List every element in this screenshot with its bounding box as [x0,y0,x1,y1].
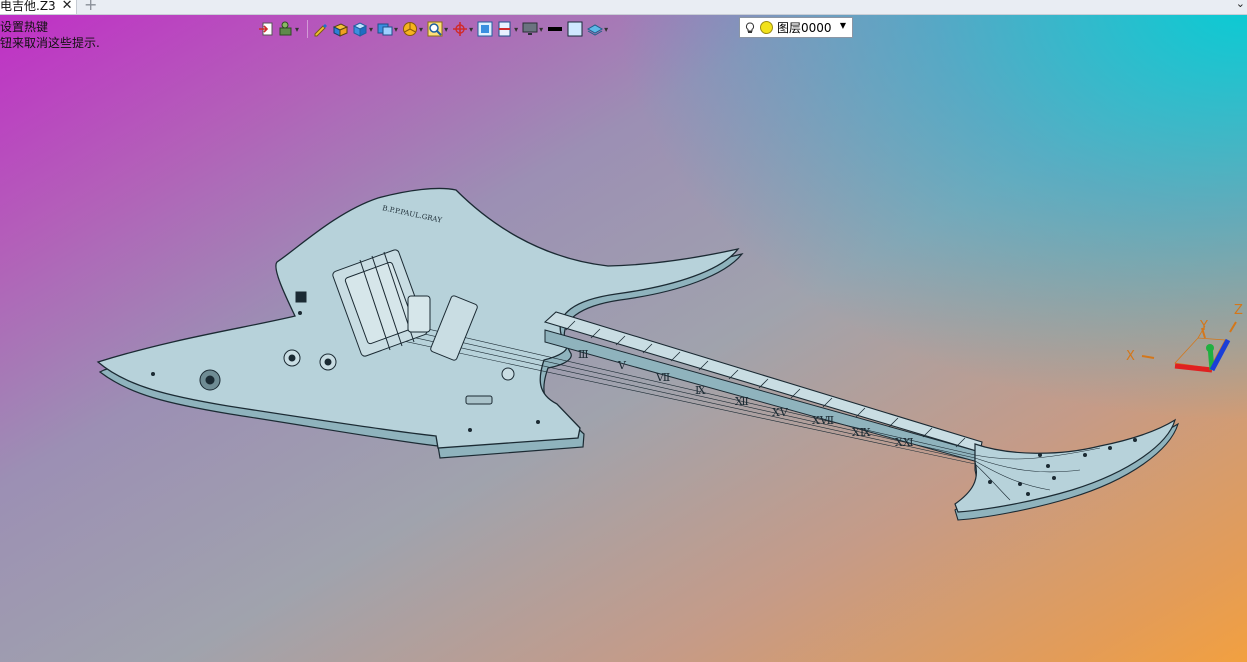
pen-tool-icon [314,24,328,37]
z-axis-arrow [1209,338,1231,372]
layer-select-value: 图层0000 [777,21,832,35]
box-solid-icon [332,23,349,37]
z-axis-handle [1229,321,1237,333]
chevron-down-icon: ▾ [419,24,424,34]
chevron-down-icon: ▼ [839,21,846,30]
pen-tool-button[interactable] [312,18,328,40]
hint-line-2: 钮来取消这些提示. [0,36,100,50]
chevron-down-icon: ▾ [295,24,300,34]
toolbar-divider [307,20,309,38]
render-mode-icon [377,23,393,36]
document-tab-bar: 电吉他.Z3 ✕ + ⌄ [0,0,1247,15]
guitar-fretboard [543,311,983,453]
triad-origin-ball [1206,344,1214,352]
document-tab[interactable]: 电吉他.Z3 ✕ [0,0,77,14]
color-swatch-icon [567,21,583,37]
rotate-button[interactable]: ▾ [452,18,473,40]
chevron-down-icon: ▾ [444,24,449,34]
lightbulb-icon [745,21,755,33]
chevron-down-icon: ▾ [514,24,519,34]
display-monitor-icon [522,22,538,35]
fret-marker: ⅩⅦ [812,414,834,427]
move-tool-button[interactable]: ▾ [278,18,299,40]
x-axis-arrow [1174,363,1213,373]
chevron-down-icon: ▾ [394,24,399,34]
y-axis-label: Y [1199,319,1208,334]
line-style-icon [548,27,563,31]
chevron-down-icon: ▾ [369,24,374,34]
exit-sketch-icon [259,22,273,36]
view-cube-icon [352,22,368,37]
x-axis-handle [1141,355,1155,359]
fit-view-button[interactable] [477,18,493,40]
exit-sketch-button[interactable] [258,18,274,40]
color-swatch-button[interactable] [567,18,583,40]
chevron-down-icon: ▾ [604,24,609,34]
zoom-icon [427,21,443,37]
document-tab-title: 电吉他.Z3 [0,0,56,13]
chevron-down-icon: ▾ [469,24,474,34]
fret-marker: Ⅴ [617,359,627,372]
layer-stack-icon [587,24,604,36]
move-tool-icon [279,21,292,36]
z-axis-label: Z [1234,303,1243,318]
view-toolbar: ▾ ▾ ▾ ▾ ▾ ▾ ▾ ▾ ▾ [258,17,612,41]
guitar-neck-side [544,329,981,463]
layer-select[interactable]: 图层0000 ▼ [739,17,853,38]
render-mode-button[interactable]: ▾ [377,18,398,40]
close-icon[interactable]: ✕ [62,0,73,13]
chevron-down-icon[interactable]: ⌄ [1236,0,1245,10]
filter-button[interactable]: ▾ [402,18,423,40]
view-cube-button[interactable]: ▾ [352,18,373,40]
line-style-button[interactable] [547,18,563,40]
guitar-model[interactable]: Ⅲ Ⅴ Ⅶ Ⅸ Ⅻ ⅩⅤ ⅩⅦ ⅩⅨ ⅩⅪ B.P.P.PAUL.GRAY [0,0,1247,662]
chevron-down-icon: ▾ [539,24,544,34]
hotkey-hint: 设置热键 钮来取消这些提示. [0,19,100,51]
display-button[interactable]: ▾ [522,18,543,40]
rotate-axis-icon [453,22,468,36]
new-tab-icon[interactable]: + [84,0,97,14]
section-view-button[interactable]: ▾ [497,18,518,40]
fret-marker: Ⅲ [578,348,589,361]
hint-line-1: 设置热键 [0,20,49,34]
layer-color-indicator [760,21,773,34]
section-view-icon [498,21,511,37]
solid-box-button[interactable] [332,18,349,40]
fit-view-icon [477,21,493,37]
orientation-triad[interactable]: X Y Z [1120,298,1247,388]
zoom-button[interactable]: ▾ [427,18,448,40]
layer-manager-button[interactable]: ▾ [587,18,608,40]
pie-filter-icon [403,22,418,36]
x-axis-label: X [1126,349,1135,364]
